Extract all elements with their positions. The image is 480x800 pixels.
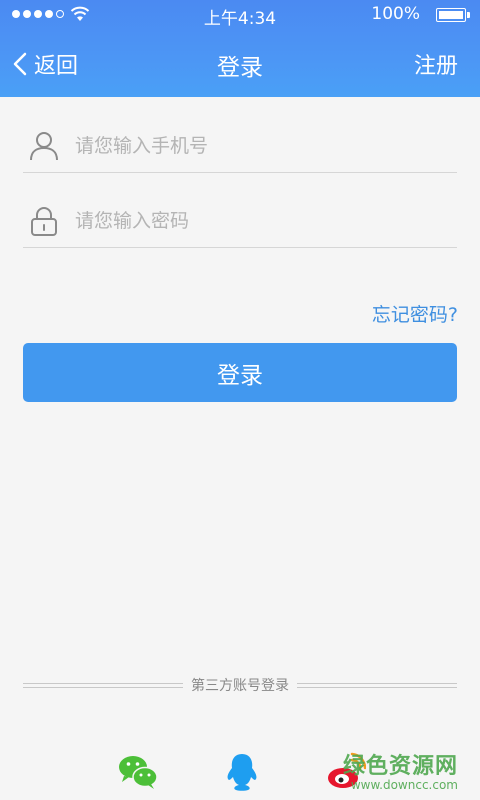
qq-icon[interactable] [222, 752, 262, 792]
third-party-label: 第三方账号登录 [191, 678, 289, 694]
wechat-icon[interactable] [118, 752, 158, 792]
status-bar: 上午4:34 100% [0, 0, 480, 30]
register-button[interactable]: 注册 [414, 48, 458, 80]
watermark-text: 绿色资源网 [342, 754, 458, 779]
divider-line-left [23, 682, 183, 688]
watermark-url: www.downcc.com [350, 778, 458, 792]
phone-field [23, 120, 457, 173]
third-party-divider: 第三方账号登录 [23, 674, 457, 696]
app-header: 上午4:34 100% 返回 登录 注册 [0, 0, 480, 97]
battery-icon [436, 8, 470, 22]
nav-bar: 返回 登录 注册 [0, 38, 480, 88]
password-field [23, 195, 457, 248]
lock-icon [31, 207, 57, 236]
page-title: 登录 [217, 55, 263, 81]
login-button[interactable]: 登录 [23, 343, 457, 402]
user-icon [30, 132, 58, 161]
phone-input[interactable] [73, 134, 437, 158]
password-input[interactable] [73, 209, 437, 233]
watermark: 绿色资源网 www.downcc.com [343, 748, 458, 792]
divider-line-right [297, 682, 457, 688]
battery-percent: 100% [371, 4, 420, 24]
forgot-password-link[interactable]: 忘记密码? [372, 300, 458, 327]
